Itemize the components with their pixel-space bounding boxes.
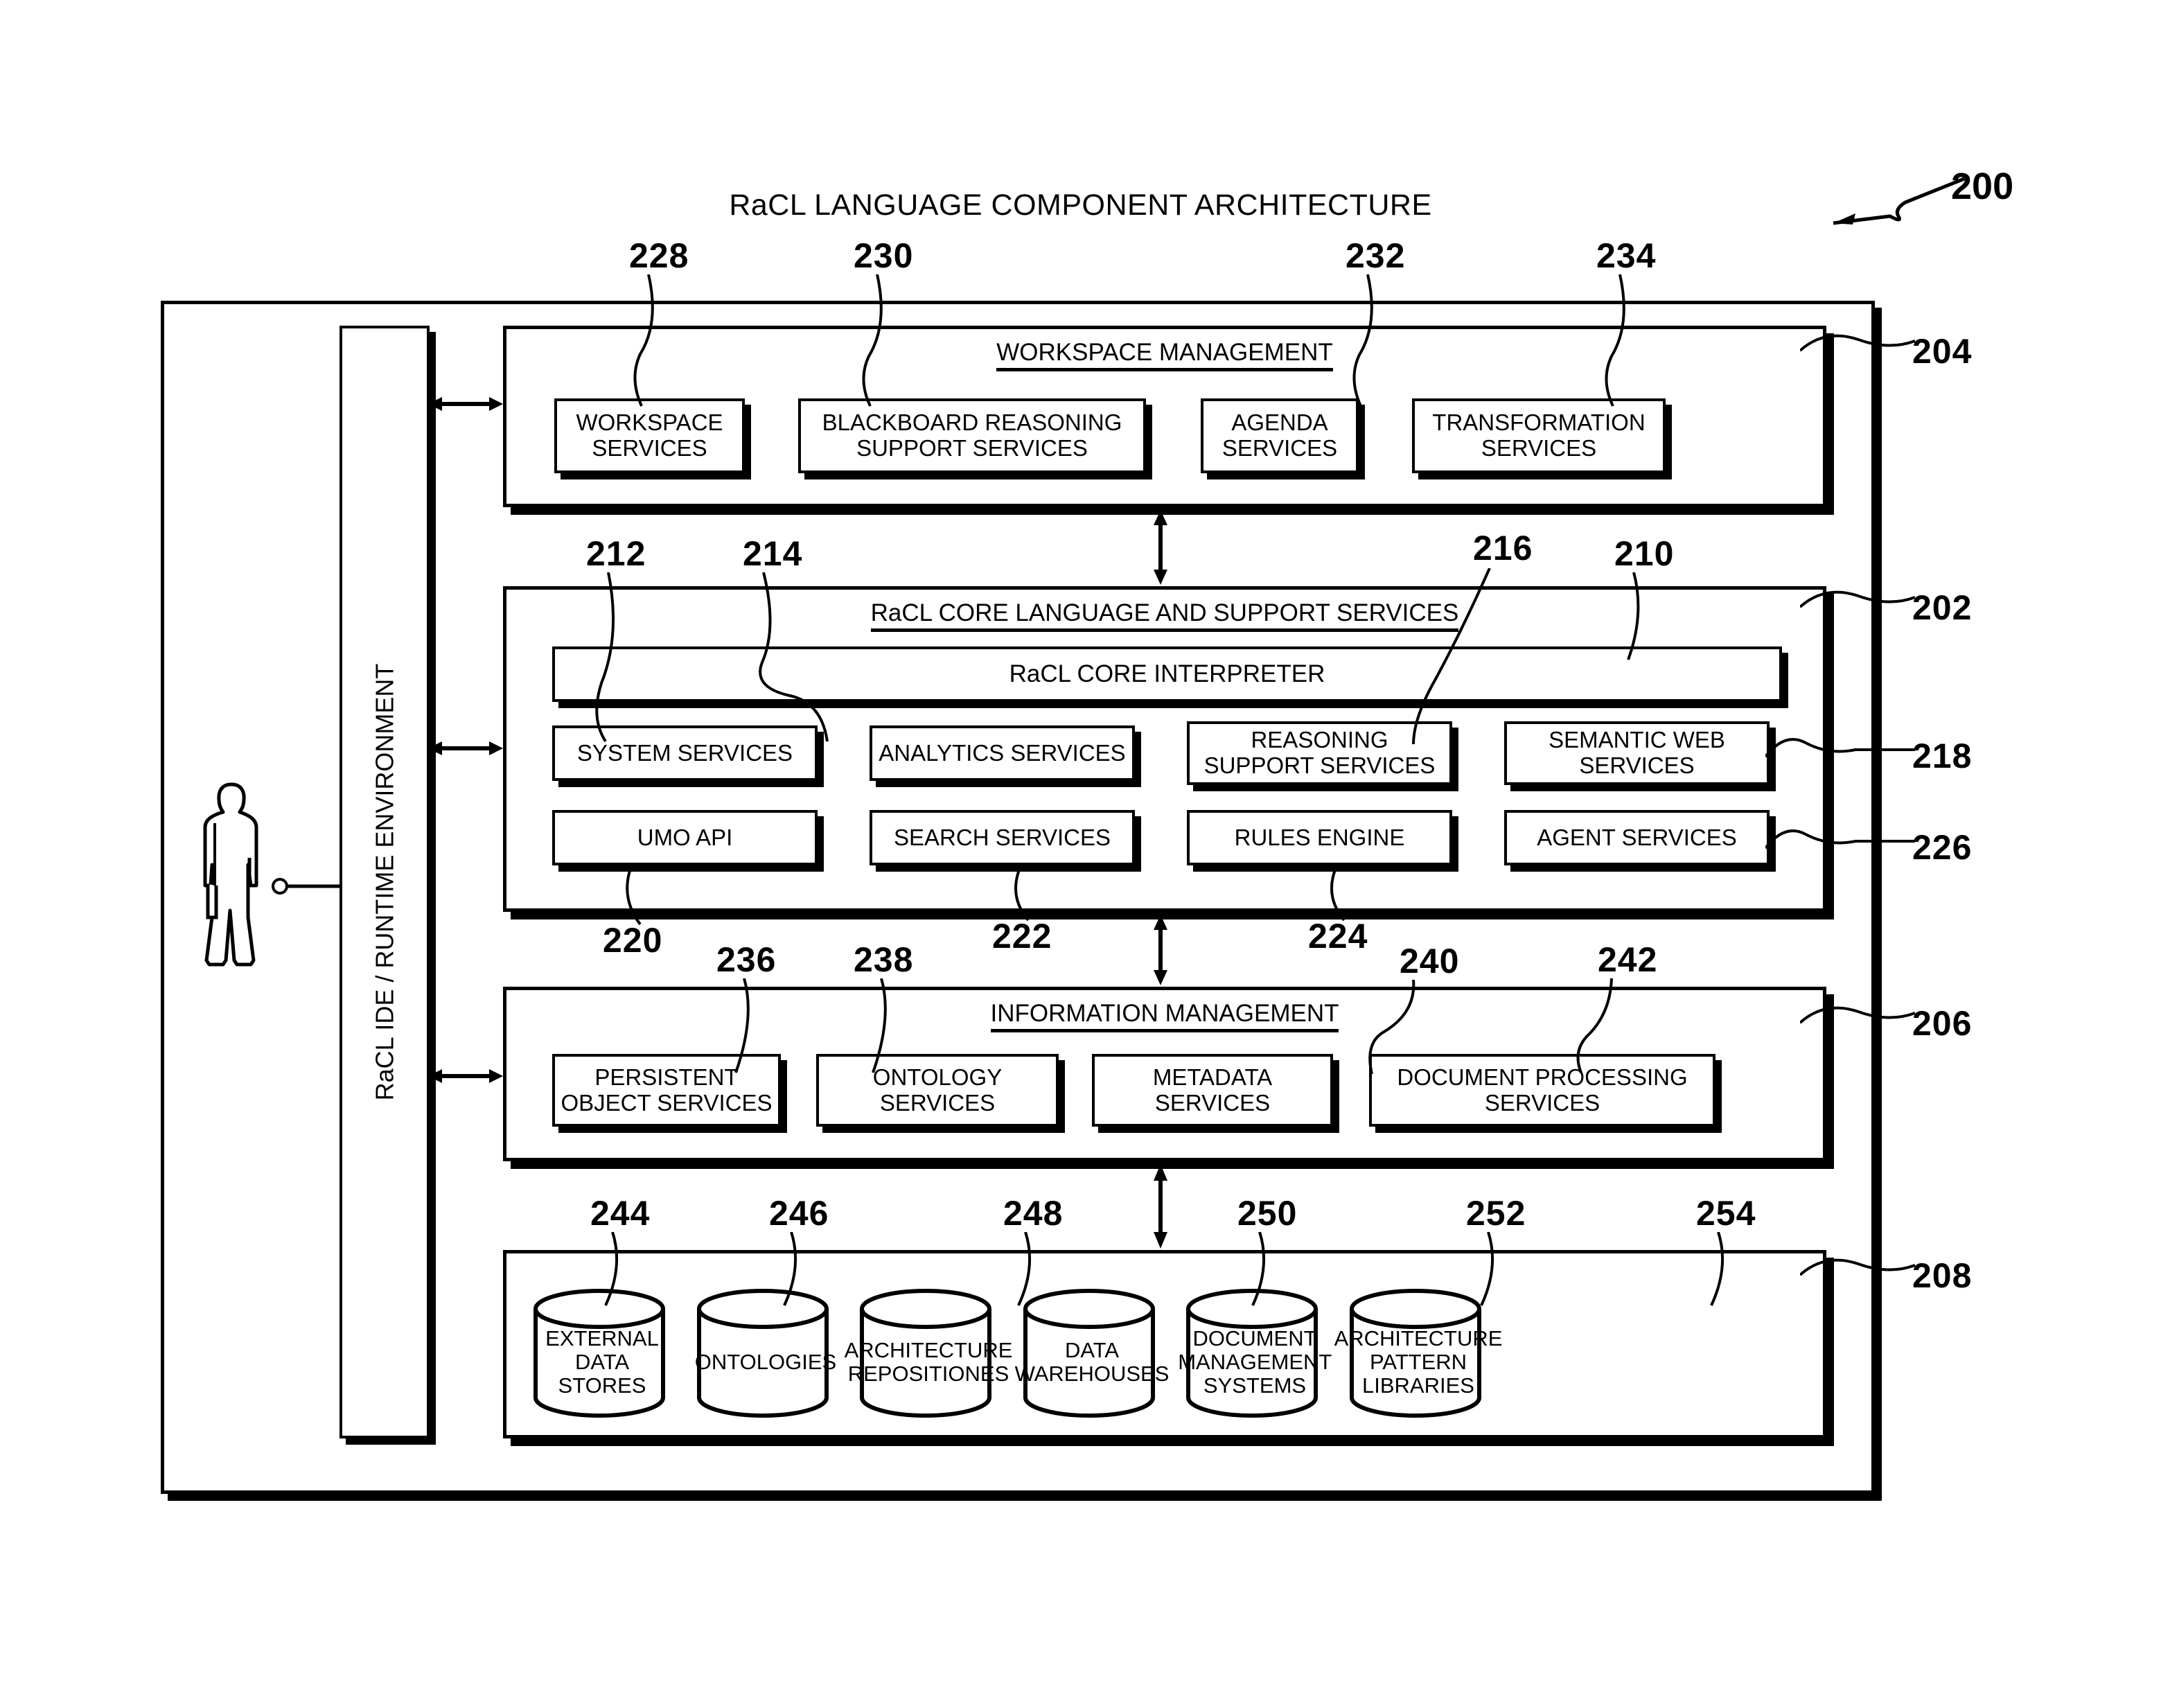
ref-234: 234 [1596, 236, 1657, 275]
ref-208: 208 [1912, 1256, 1973, 1295]
leader-254 [1710, 1232, 1725, 1306]
leader-202 [1800, 590, 1916, 608]
leader-252 [1480, 1232, 1494, 1306]
rules-engine-box[interactable]: RULES ENGINE [1187, 810, 1452, 865]
ref-224: 224 [1308, 917, 1368, 956]
agent-services-box[interactable]: AGENT SERVICES [1504, 810, 1770, 865]
leader-222 [1014, 865, 1030, 922]
umo-api-box[interactable]: UMO API [552, 810, 818, 865]
leader-234 [1605, 274, 1625, 407]
leader-218 [1765, 738, 1915, 758]
architecture-pattern-libraries-cylinder[interactable]: ARCHITECTURE PATTERN LIBRARIES [1334, 1287, 1503, 1420]
leader-206 [1800, 1006, 1916, 1024]
core-to-information-arrow [1154, 915, 1167, 985]
leader-204 [1800, 334, 1916, 352]
information-to-stores-arrow [1154, 1164, 1167, 1249]
ide-bar-label: RaCL IDE / RUNTIME ENVIRONMENT [370, 663, 399, 1101]
leader-216 [1412, 568, 1491, 745]
ref-238: 238 [854, 940, 914, 979]
ref-204: 204 [1912, 332, 1973, 371]
leader-244 [604, 1232, 619, 1306]
leader-248 [1017, 1232, 1032, 1306]
leader-246 [783, 1232, 797, 1306]
ref-240: 240 [1400, 942, 1460, 980]
leader-250 [1251, 1232, 1266, 1306]
architecture-repositories-cylinder[interactable]: ARCHITECTURE REPOSITIONES [844, 1287, 1013, 1420]
leader-214 [759, 572, 829, 742]
ref-206: 206 [1912, 1004, 1973, 1043]
ref-252: 252 [1466, 1194, 1526, 1233]
ref-216: 216 [1473, 529, 1533, 567]
leader-228 [633, 274, 654, 407]
leader-208 [1800, 1258, 1916, 1276]
racl-ide-runtime-environment-bar[interactable]: RaCL IDE / RUNTIME ENVIRONMENT [339, 326, 430, 1438]
leader-212 [595, 572, 615, 743]
data-stores-layer[interactable]: EXTERNAL DATA STORES ONTOLOGIES ARCHITEC… [503, 1250, 1826, 1438]
leader-232 [1352, 274, 1373, 407]
ide-to-information-arrow [428, 1069, 503, 1083]
leader-236 [734, 978, 750, 1073]
leader-224 [1330, 865, 1346, 922]
ref-254: 254 [1696, 1194, 1756, 1233]
ref-202: 202 [1912, 588, 1973, 627]
ref-226: 226 [1912, 828, 1973, 867]
architecture-repositories-label: ARCHITECTURE REPOSITIONES [844, 1337, 1013, 1386]
ref-212: 212 [586, 534, 646, 573]
leader-240 [1368, 980, 1415, 1075]
racl-core-interpreter-box[interactable]: RaCL CORE INTERPRETER [552, 646, 1782, 702]
figure-200-leader-arrow [1833, 177, 1965, 225]
leader-230 [862, 274, 883, 407]
workspace-to-core-arrow [1154, 510, 1167, 585]
ref-210: 210 [1614, 534, 1675, 573]
leader-220 [626, 865, 642, 926]
search-services-box[interactable]: SEARCH SERVICES [870, 810, 1135, 865]
analytics-services-box[interactable]: ANALYTICS SERVICES [870, 725, 1135, 781]
architecture-pattern-libraries-label: ARCHITECTURE PATTERN LIBRARIES [1334, 1326, 1503, 1398]
ref-246: 246 [769, 1194, 829, 1233]
leader-210 [1627, 572, 1640, 660]
ref-242: 242 [1598, 940, 1658, 979]
ref-218: 218 [1912, 737, 1973, 775]
ref-222: 222 [992, 917, 1052, 956]
agenda-services-box[interactable]: AGENDA SERVICES [1201, 398, 1359, 473]
ref-214: 214 [743, 534, 803, 573]
ref-230: 230 [854, 236, 914, 275]
ref-232: 232 [1346, 236, 1406, 275]
ref-248: 248 [1003, 1194, 1064, 1233]
ide-to-workspace-arrow [428, 397, 503, 411]
ref-244: 244 [590, 1194, 651, 1233]
semantic-web-services-box[interactable]: SEMANTIC WEB SERVICES [1504, 721, 1770, 785]
ide-to-core-arrow [428, 741, 503, 755]
ref-228: 228 [629, 236, 689, 275]
ref-236: 236 [716, 940, 777, 979]
user-person-icon [203, 782, 258, 967]
ref-250: 250 [1237, 1194, 1298, 1233]
leader-242 [1576, 978, 1613, 1073]
user-connector-line [272, 878, 348, 895]
metadata-services-box[interactable]: METADATA SERVICES [1092, 1054, 1333, 1127]
leader-238 [872, 978, 887, 1073]
leader-226 [1765, 829, 1915, 849]
